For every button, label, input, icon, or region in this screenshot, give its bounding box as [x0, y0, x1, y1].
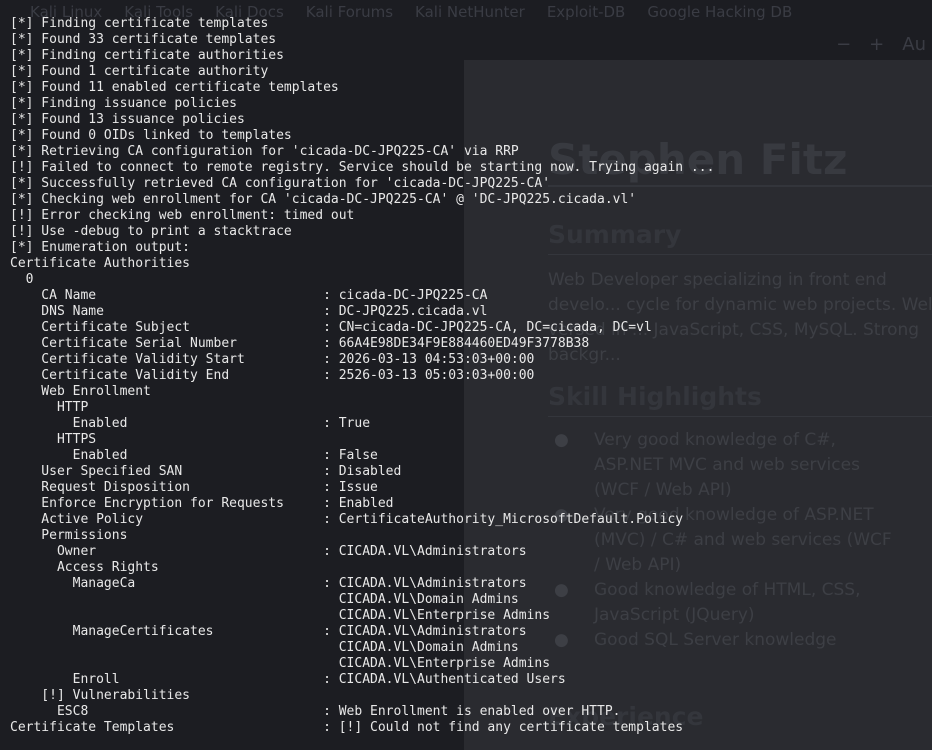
terminal-line: [*] Finding certificate authorities — [10, 48, 284, 63]
terminal-line: CICADA.VL\Enterprise Admins — [10, 608, 551, 623]
terminal-line: [*] Found 33 certificate templates — [10, 32, 277, 47]
terminal-line: Enforce Encryption for Requests : Enable… — [10, 496, 394, 511]
terminal-line: Request Disposition : Issue — [10, 480, 378, 495]
terminal-output[interactable]: [*] Finding certificate templates [*] Fou… — [0, 0, 932, 750]
terminal-line: Certificate Subject : CN=cicada-DC-JPQ22… — [10, 320, 652, 335]
terminal-line: ManageCertificates : CICADA.VL\Administr… — [10, 624, 527, 639]
terminal-line: Certificate Validity Start : 2026-03-13 … — [10, 352, 535, 367]
terminal-line: Enabled : False — [10, 448, 378, 463]
terminal-line: 0 — [10, 272, 34, 287]
terminal-line: CICADA.VL\Enterprise Admins — [10, 656, 551, 671]
terminal-line: DNS Name : DC-JPQ225.cicada.vl — [10, 304, 488, 319]
terminal-line: CICADA.VL\Domain Admins — [10, 640, 519, 655]
terminal-line: Enabled : True — [10, 416, 371, 431]
terminal-line: [*] Finding certificate templates — [10, 16, 269, 31]
terminal-line: [*] Found 13 issuance policies — [10, 112, 245, 127]
terminal-line: [*] Finding issuance policies — [10, 96, 237, 111]
terminal-line: Active Policy : CertificateAuthority_Mic… — [10, 512, 684, 527]
terminal-line: [*] Successfully retrieved CA configurat… — [10, 176, 551, 191]
terminal-line: [!] Error checking web enrollment: timed… — [10, 208, 355, 223]
terminal-line: [!] Failed to connect to remote registry… — [10, 160, 715, 175]
terminal-line: [!] Vulnerabilities — [10, 688, 191, 703]
terminal-line: User Specified SAN : Disabled — [10, 464, 402, 479]
terminal-line: [*] Enumeration output: — [10, 240, 191, 255]
terminal-line: HTTP — [10, 400, 89, 415]
terminal-line: [*] Found 0 OIDs linked to templates — [10, 128, 292, 143]
terminal-line: Certificate Validity End : 2526-03-13 05… — [10, 368, 535, 383]
terminal-line: Certificate Templates : [!] Could not fi… — [10, 720, 684, 735]
terminal-line: Permissions — [10, 528, 128, 543]
terminal-line: ManageCa : CICADA.VL\Administrators — [10, 576, 527, 591]
terminal-line: Certificate Serial Number : 66A4E98DE34F… — [10, 336, 590, 351]
terminal-line: [*] Checking web enrollment for CA 'cica… — [10, 192, 637, 207]
terminal-line: [*] Found 11 enabled certificate templat… — [10, 80, 339, 95]
terminal-line: ESC8 : Web Enrollment is enabled over HT… — [10, 704, 621, 719]
terminal-line: Owner : CICADA.VL\Administrators — [10, 544, 527, 559]
terminal-line: CA Name : cicada-DC-JPQ225-CA — [10, 288, 488, 303]
terminal-line: [*] Found 1 certificate authority — [10, 64, 269, 79]
terminal-line: HTTPS — [10, 432, 97, 447]
terminal-line: Certificate Authorities — [10, 256, 191, 271]
terminal-line: Enroll : CICADA.VL\Authenticated Users — [10, 672, 566, 687]
terminal-line: Web Enrollment — [10, 384, 151, 399]
terminal-line: [*] Retrieving CA configuration for 'cic… — [10, 144, 519, 159]
terminal-line: Access Rights — [10, 560, 159, 575]
terminal-line: CICADA.VL\Domain Admins — [10, 592, 519, 607]
terminal-line: [!] Use -debug to print a stacktrace — [10, 224, 292, 239]
